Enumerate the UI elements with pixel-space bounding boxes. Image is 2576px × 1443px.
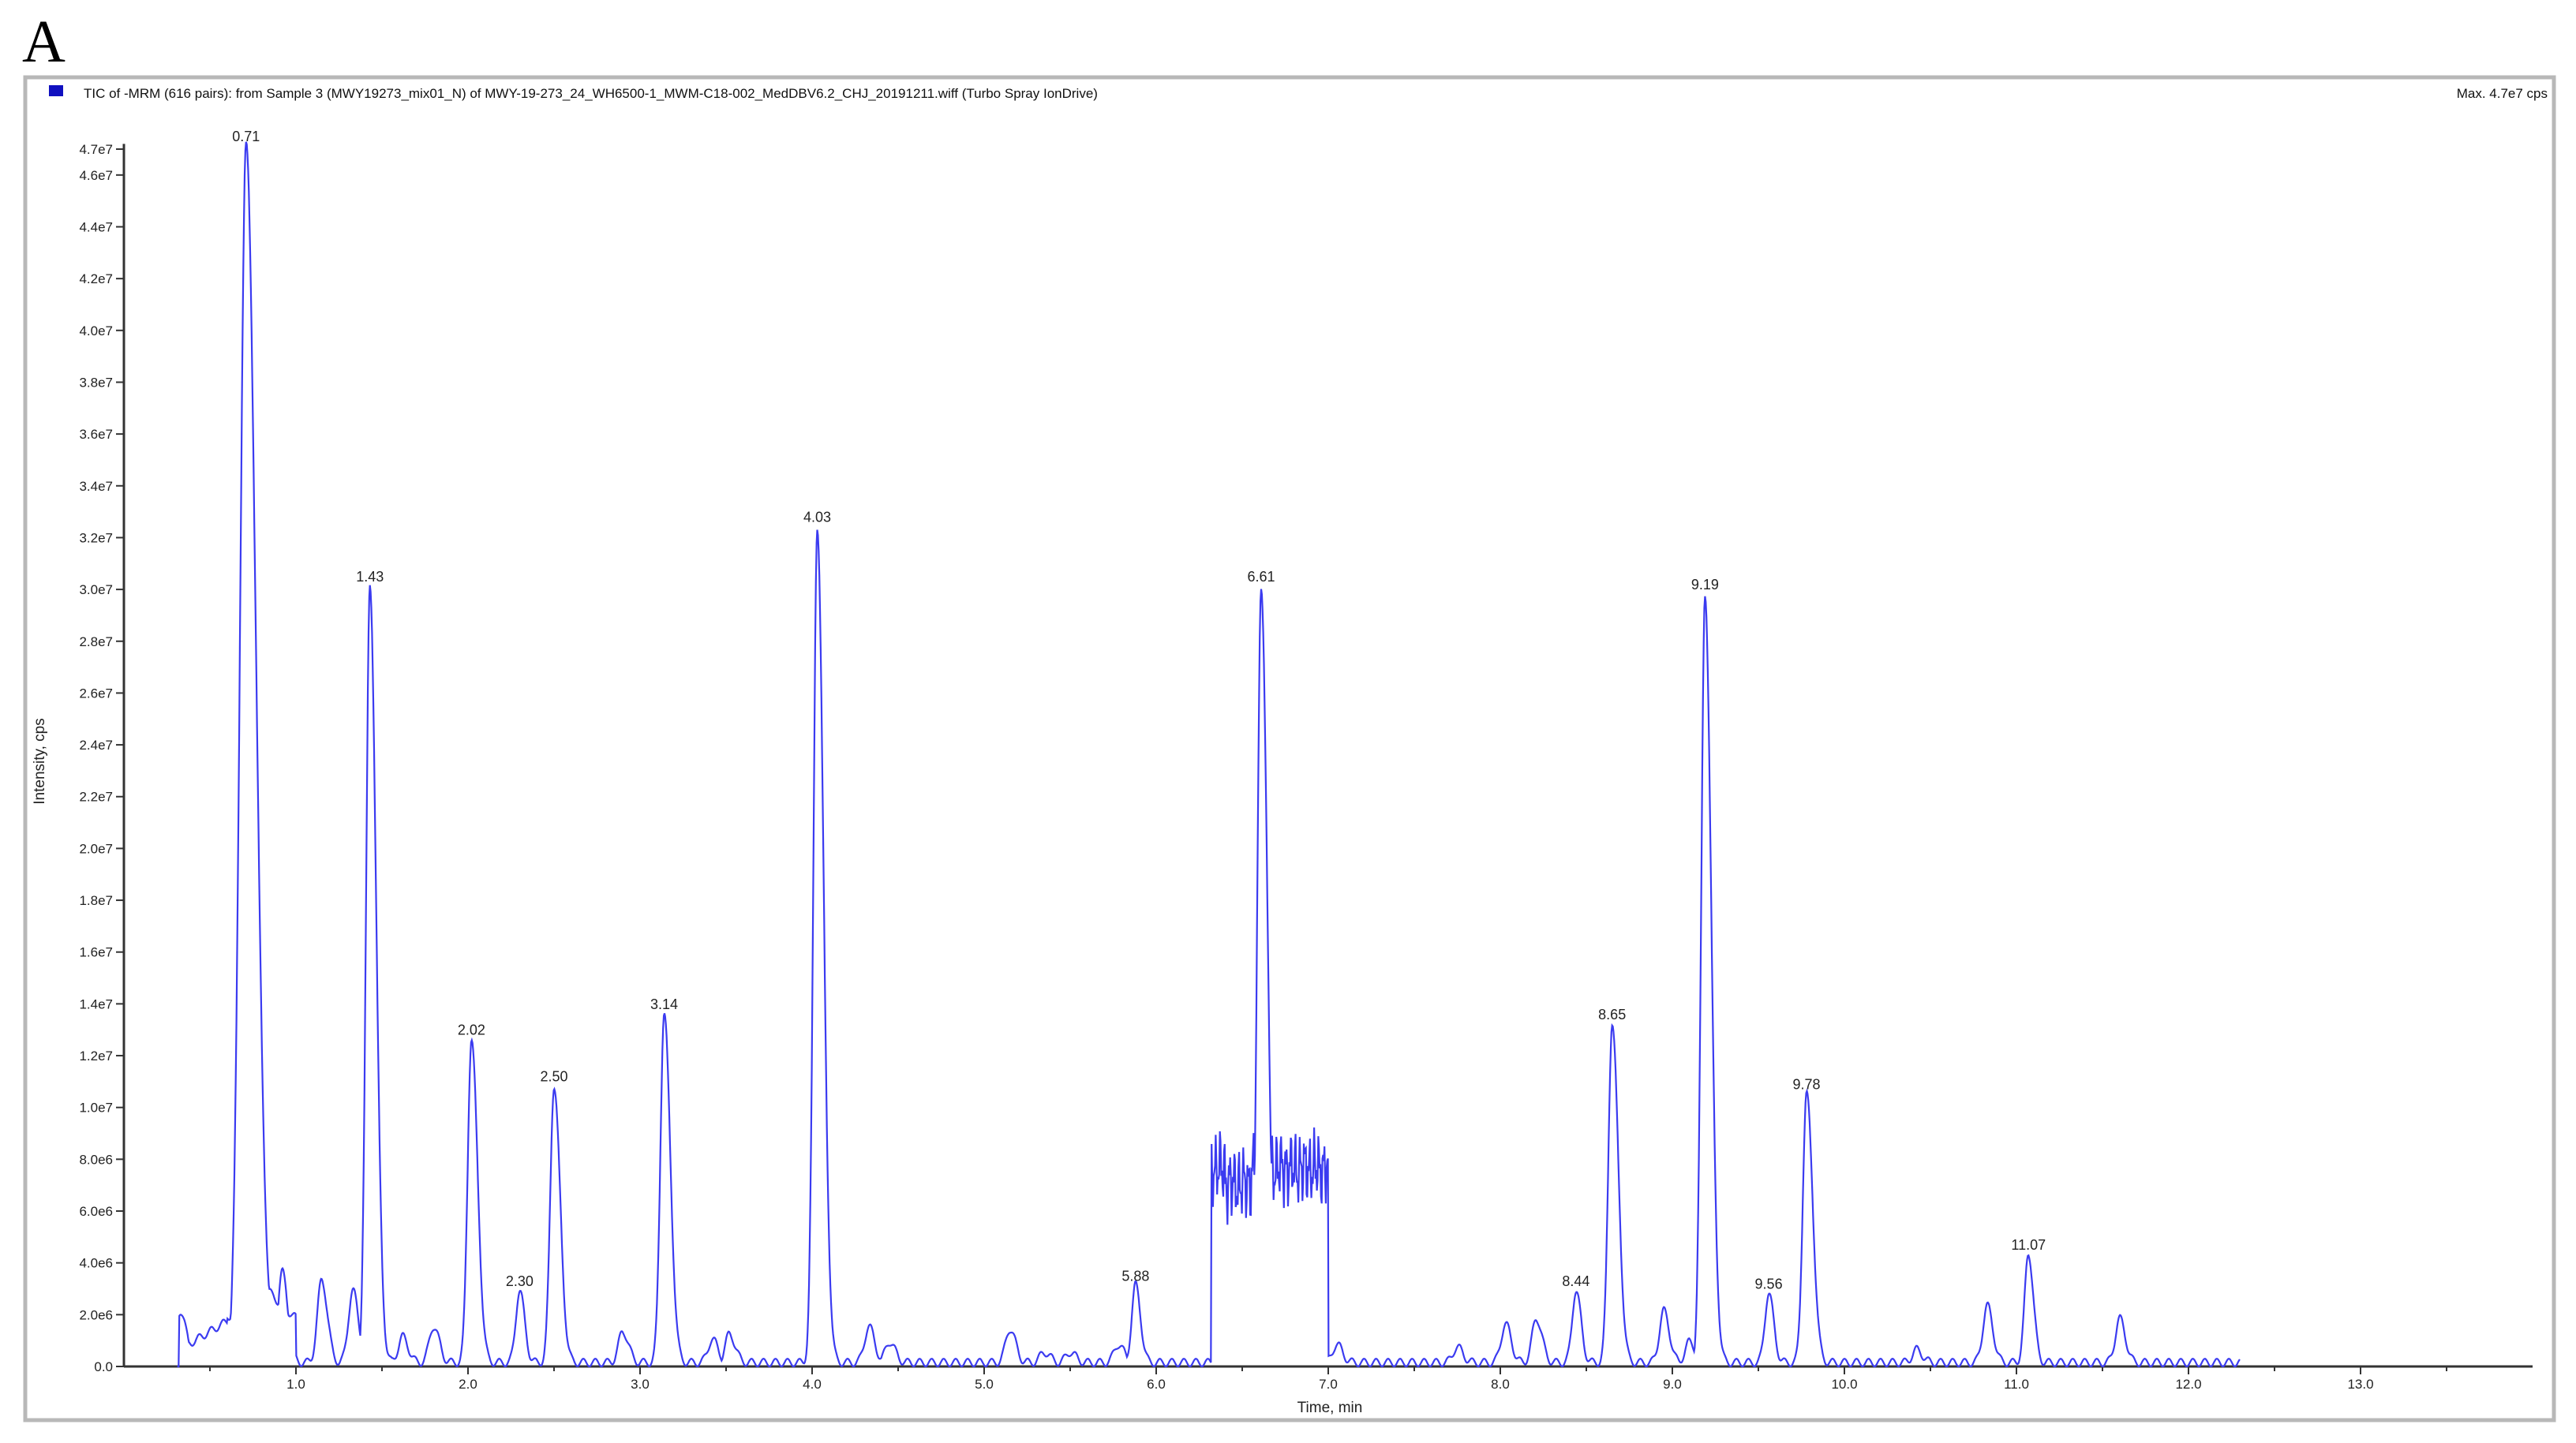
y-tick-label: 6.0e6	[79, 1204, 113, 1219]
x-tick-label: 12.0	[2175, 1377, 2201, 1392]
y-tick-label: 1.0e7	[79, 1101, 113, 1116]
peak-label: 2.30	[506, 1273, 534, 1289]
y-tick-label: 3.6e7	[79, 427, 113, 442]
x-tick-label: 11.0	[2004, 1377, 2029, 1392]
peak-label: 9.56	[1755, 1276, 1783, 1292]
y-tick-label: 8.0e6	[79, 1152, 113, 1167]
peak-label: 2.02	[458, 1022, 485, 1038]
x-tick-label: 5.0	[975, 1377, 994, 1392]
y-tick-label: 2.6e7	[79, 686, 113, 701]
peak-label: 0.71	[232, 129, 260, 144]
x-tick-label: 7.0	[1319, 1377, 1338, 1392]
x-tick-label: 8.0	[1491, 1377, 1510, 1392]
x-tick-label: 1.0	[286, 1377, 305, 1392]
x-tick-label: 9.0	[1663, 1377, 1682, 1392]
panel-label: A	[22, 9, 66, 75]
y-tick-label: 3.8e7	[79, 375, 113, 390]
y-tick-label: 2.4e7	[79, 738, 113, 753]
y-tick-label: 0.0	[94, 1359, 113, 1374]
peak-label: 8.44	[1562, 1273, 1589, 1289]
x-tick-label: 2.0	[459, 1377, 477, 1392]
y-tick-label: 3.4e7	[79, 479, 113, 494]
y-tick-label: 3.2e7	[79, 530, 113, 545]
y-tick-label: 3.0e7	[79, 582, 113, 597]
peak-label: 2.50	[540, 1069, 567, 1085]
y-tick-label: 4.6e7	[79, 168, 113, 183]
y-tick-label: 2.0e7	[79, 841, 113, 856]
y-tick-label: 2.0e6	[79, 1307, 113, 1322]
peak-label: 3.14	[650, 996, 678, 1012]
peak-label: 11.07	[2011, 1237, 2046, 1253]
peak-label: 8.65	[1598, 1007, 1626, 1022]
y-tick-label: 4.0e7	[79, 323, 113, 338]
y-tick-label: 1.2e7	[79, 1049, 113, 1064]
y-axis-label: Intensity, cps	[32, 718, 48, 804]
peak-label: 1.43	[356, 569, 384, 585]
x-axis-label: Time, min	[1297, 1400, 1363, 1416]
x-tick-label: 3.0	[631, 1377, 650, 1392]
y-tick-label: 4.7e7	[79, 142, 113, 157]
peak-label: 6.61	[1247, 569, 1275, 585]
y-tick-label: 4.4e7	[79, 219, 113, 234]
peak-label: 5.88	[1121, 1269, 1149, 1284]
y-tick-label: 1.8e7	[79, 893, 113, 908]
chromatogram-chart: A TIC of -MRM (616 pairs): from Sample 3…	[22, 9, 2556, 1422]
x-tick-label: 10.0	[1831, 1377, 1857, 1392]
y-tick-label: 1.4e7	[79, 996, 113, 1011]
x-tick-label: 6.0	[1147, 1377, 1166, 1392]
y-tick-label: 4.0e6	[79, 1256, 113, 1271]
legend-swatch	[49, 85, 63, 96]
y-tick-label: 2.2e7	[79, 790, 113, 805]
y-tick-label: 1.6e7	[79, 945, 113, 960]
chart-title: TIC of -MRM (616 pairs): from Sample 3 (…	[84, 86, 1098, 101]
peak-label: 9.78	[1793, 1077, 1821, 1093]
plot-frame	[23, 75, 2556, 1422]
peak-label: 9.19	[1691, 577, 1719, 593]
x-tick-label: 4.0	[803, 1377, 822, 1392]
max-intensity-label: Max. 4.7e7 cps	[2457, 86, 2548, 101]
y-tick-label: 2.8e7	[79, 634, 113, 649]
x-tick-label: 13.0	[2347, 1377, 2373, 1392]
peak-label: 4.03	[803, 510, 831, 525]
y-tick-label: 4.2e7	[79, 271, 113, 286]
